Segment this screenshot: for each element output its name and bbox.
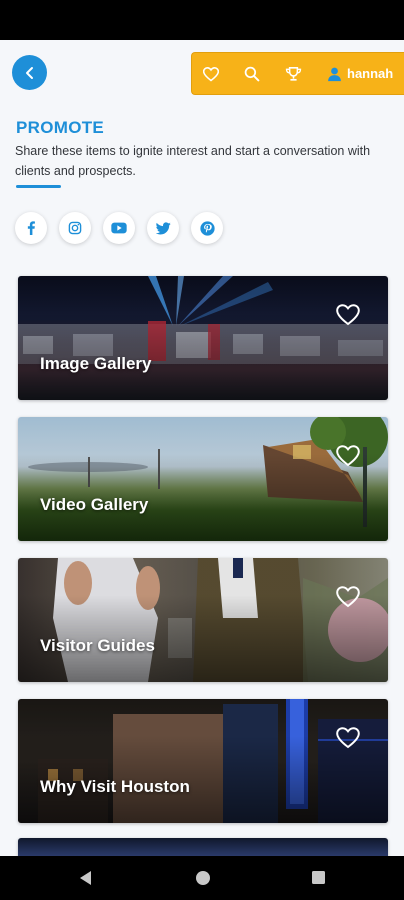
- favorite-button[interactable]: [336, 304, 360, 326]
- card-title: Image Gallery: [40, 354, 152, 373]
- image-gallery-card[interactable]: Image Gallery: [18, 276, 388, 400]
- card-title: Why Visit Houston: [40, 777, 190, 796]
- heart-icon: [336, 586, 360, 608]
- twitter-icon: [155, 221, 171, 234]
- heart-icon: [203, 66, 219, 82]
- search-icon: [244, 66, 260, 82]
- card-overlay: [18, 417, 388, 541]
- heart-icon: [336, 727, 360, 749]
- page-title: PROMOTE: [16, 118, 105, 137]
- favorite-button[interactable]: [336, 445, 360, 467]
- youtube-share-button[interactable]: [103, 212, 135, 244]
- top-action-bar: hannah: [191, 52, 404, 95]
- favorite-button[interactable]: [336, 586, 360, 608]
- back-triangle-icon[interactable]: [78, 870, 94, 886]
- youtube-icon: [111, 222, 127, 234]
- search-button[interactable]: [242, 64, 262, 84]
- home-circle-icon[interactable]: [195, 870, 211, 886]
- page-description: Share these items to ignite interest and…: [15, 144, 371, 178]
- video-gallery-card[interactable]: Video Gallery: [18, 417, 388, 541]
- card-background-image: [18, 838, 388, 856]
- instagram-share-button[interactable]: [59, 212, 91, 244]
- instagram-icon: [68, 221, 82, 235]
- card-overlay: [18, 558, 388, 682]
- card-overlay: [18, 276, 388, 400]
- card-title: Visitor Guides: [40, 636, 155, 655]
- pinterest-icon: [199, 220, 215, 236]
- favorite-button[interactable]: [336, 727, 360, 749]
- chevron-left-icon: [25, 66, 33, 79]
- trophy-icon: [285, 67, 301, 81]
- user-icon: [327, 67, 341, 82]
- card-title: Video Gallery: [40, 495, 149, 514]
- title-underline: [16, 185, 61, 188]
- back-button[interactable]: [12, 55, 47, 90]
- heart-icon: [336, 445, 360, 467]
- app-screen: hannah PROMOTE Share these items to igni…: [0, 40, 404, 856]
- card-overlay: [18, 699, 388, 823]
- rewards-button[interactable]: [283, 64, 303, 84]
- android-nav-bar: [0, 856, 404, 900]
- recents-square-icon[interactable]: [311, 870, 326, 885]
- why-visit-houston-card[interactable]: Why Visit Houston: [18, 699, 388, 823]
- heart-icon: [336, 304, 360, 326]
- facebook-icon: [27, 221, 35, 235]
- facebook-share-button[interactable]: [15, 212, 47, 244]
- twitter-share-button[interactable]: [147, 212, 179, 244]
- user-name[interactable]: hannah: [347, 66, 393, 81]
- favorites-button[interactable]: [201, 64, 221, 84]
- pinterest-share-button[interactable]: [191, 212, 223, 244]
- profile-button[interactable]: [324, 64, 344, 84]
- partial-card[interactable]: [18, 838, 388, 856]
- status-bar: [0, 0, 404, 40]
- visitor-guides-card[interactable]: Visitor Guides: [18, 558, 388, 682]
